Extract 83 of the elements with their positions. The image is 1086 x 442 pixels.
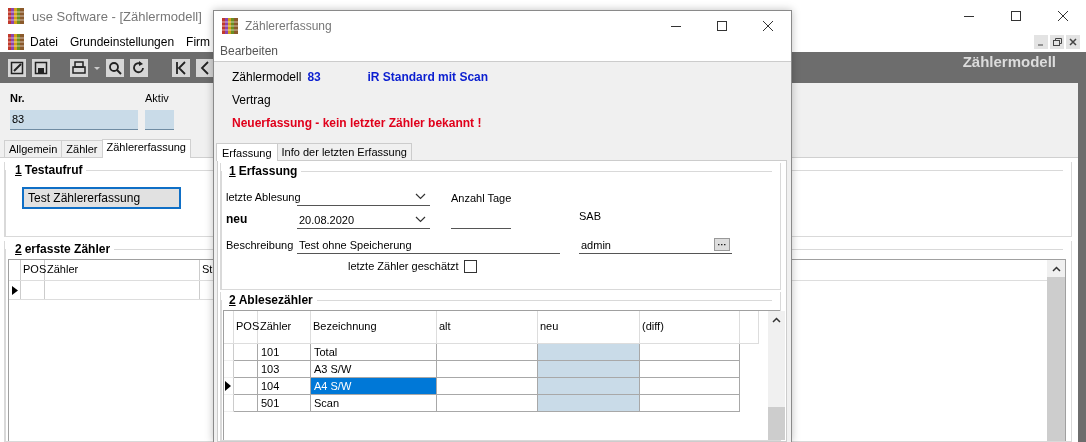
- restore-icon[interactable]: [1050, 35, 1064, 49]
- table-cell[interactable]: A4 S/W: [311, 378, 437, 395]
- table-cell[interactable]: [538, 395, 640, 412]
- menu-item[interactable]: Datei: [24, 35, 64, 49]
- group-number: 1: [229, 163, 236, 179]
- tab[interactable]: Zählererfassung: [101, 139, 191, 158]
- group-title: Testaufruf: [24, 162, 83, 178]
- field-label: Vertrag: [232, 93, 272, 107]
- refresh-icon[interactable]: [130, 58, 148, 77]
- scrollbar[interactable]: [1047, 260, 1065, 441]
- chevron-down-icon[interactable]: [415, 193, 426, 200]
- first-icon[interactable]: [172, 58, 190, 77]
- table-cell: [234, 378, 258, 395]
- column-header[interactable]: neu: [538, 311, 640, 343]
- group-title: Erfassung: [238, 163, 298, 179]
- table-cell: [234, 395, 258, 412]
- column-header[interactable]: (diff): [640, 311, 740, 343]
- group-number: 2: [229, 292, 236, 308]
- menu-item[interactable]: Firm: [180, 35, 217, 49]
- row-pointer-icon: [225, 381, 232, 391]
- table-cell[interactable]: [538, 344, 640, 361]
- column-header[interactable]: Zähler: [258, 311, 311, 343]
- table-cell[interactable]: [538, 361, 640, 378]
- print-icon[interactable]: [70, 58, 88, 77]
- group-number: 1: [15, 162, 22, 178]
- field-label: Anzahl Tage: [451, 192, 513, 206]
- field-label: Nr.: [10, 92, 26, 104]
- maximize-icon[interactable]: [716, 20, 728, 32]
- scroll-up-icon[interactable]: [1051, 265, 1061, 272]
- column-header[interactable]: Zähler: [45, 260, 200, 280]
- group-title: Ablesezähler: [238, 292, 313, 308]
- table-cell[interactable]: Scan: [311, 395, 437, 412]
- warning-message: Neuerfassung - kein letzter Zähler bekannt !: [232, 116, 483, 130]
- checkbox-label: letzte Zähler geschätzt: [348, 260, 459, 272]
- field-label: neu: [226, 212, 249, 228]
- input-field[interactable]: 83: [10, 110, 138, 130]
- tab[interactable]: Info der letzten Erfassung: [276, 143, 412, 160]
- table-cell: [234, 361, 258, 378]
- column-header[interactable]: POS: [234, 311, 258, 343]
- edit-icon[interactable]: [8, 58, 26, 77]
- input-field[interactable]: admin ···: [579, 236, 732, 254]
- close-icon[interactable]: [762, 20, 774, 32]
- model-number: 83: [307, 70, 322, 84]
- model-name: iR Standard mit Scan: [367, 70, 489, 84]
- previous-icon[interactable]: [196, 58, 214, 77]
- chevron-down-icon[interactable]: [415, 216, 426, 223]
- browse-button[interactable]: ···: [714, 238, 730, 251]
- menu-item[interactable]: Bearbeiten: [220, 44, 279, 58]
- app-icon: [8, 8, 24, 24]
- search-icon[interactable]: [106, 58, 124, 77]
- menu-item[interactable]: Grundeinstellungen: [64, 35, 181, 49]
- group-number: 2: [15, 241, 22, 257]
- column-header[interactable]: alt: [437, 311, 538, 343]
- table-cell[interactable]: Total: [311, 344, 437, 361]
- group-title: erfasste Zähler: [24, 241, 111, 257]
- save-icon[interactable]: [32, 58, 50, 77]
- window-title: use Software - [Zählermodell]: [32, 8, 202, 24]
- column-header[interactable]: POS: [21, 260, 45, 280]
- close-icon[interactable]: [1056, 10, 1069, 22]
- field-label: Aktiv: [145, 92, 170, 104]
- dropdown-field[interactable]: 20.08.2020: [297, 211, 430, 229]
- scrollbar[interactable]: [768, 311, 785, 440]
- input-field[interactable]: Test ohne Speicherung: [297, 236, 560, 254]
- maximize-icon[interactable]: [1009, 10, 1022, 22]
- tab[interactable]: Erfassung: [216, 143, 278, 161]
- checkbox[interactable]: [463, 259, 477, 273]
- tab[interactable]: Allgemein: [4, 140, 63, 157]
- scroll-up-icon[interactable]: [772, 316, 781, 323]
- column-header[interactable]: Bezeichnung: [311, 311, 437, 343]
- toolbar-title: Zählermodell: [962, 53, 1056, 70]
- test-button[interactable]: Test Zählererfassung: [22, 187, 181, 209]
- window-title: Zählererfassung: [245, 19, 332, 33]
- field-label: Beschreibung: [226, 239, 295, 253]
- table-cell: [234, 344, 258, 361]
- field-label: SAB: [579, 210, 602, 224]
- table-cell: 501: [258, 395, 311, 412]
- field-label: Zählermodell: [232, 70, 302, 84]
- app-icon: [222, 18, 238, 34]
- table-cell: 103: [258, 361, 311, 378]
- table-cell: 101: [258, 344, 311, 361]
- input-field[interactable]: [145, 110, 174, 130]
- close-icon[interactable]: [1066, 35, 1080, 49]
- table-cell[interactable]: [538, 378, 640, 395]
